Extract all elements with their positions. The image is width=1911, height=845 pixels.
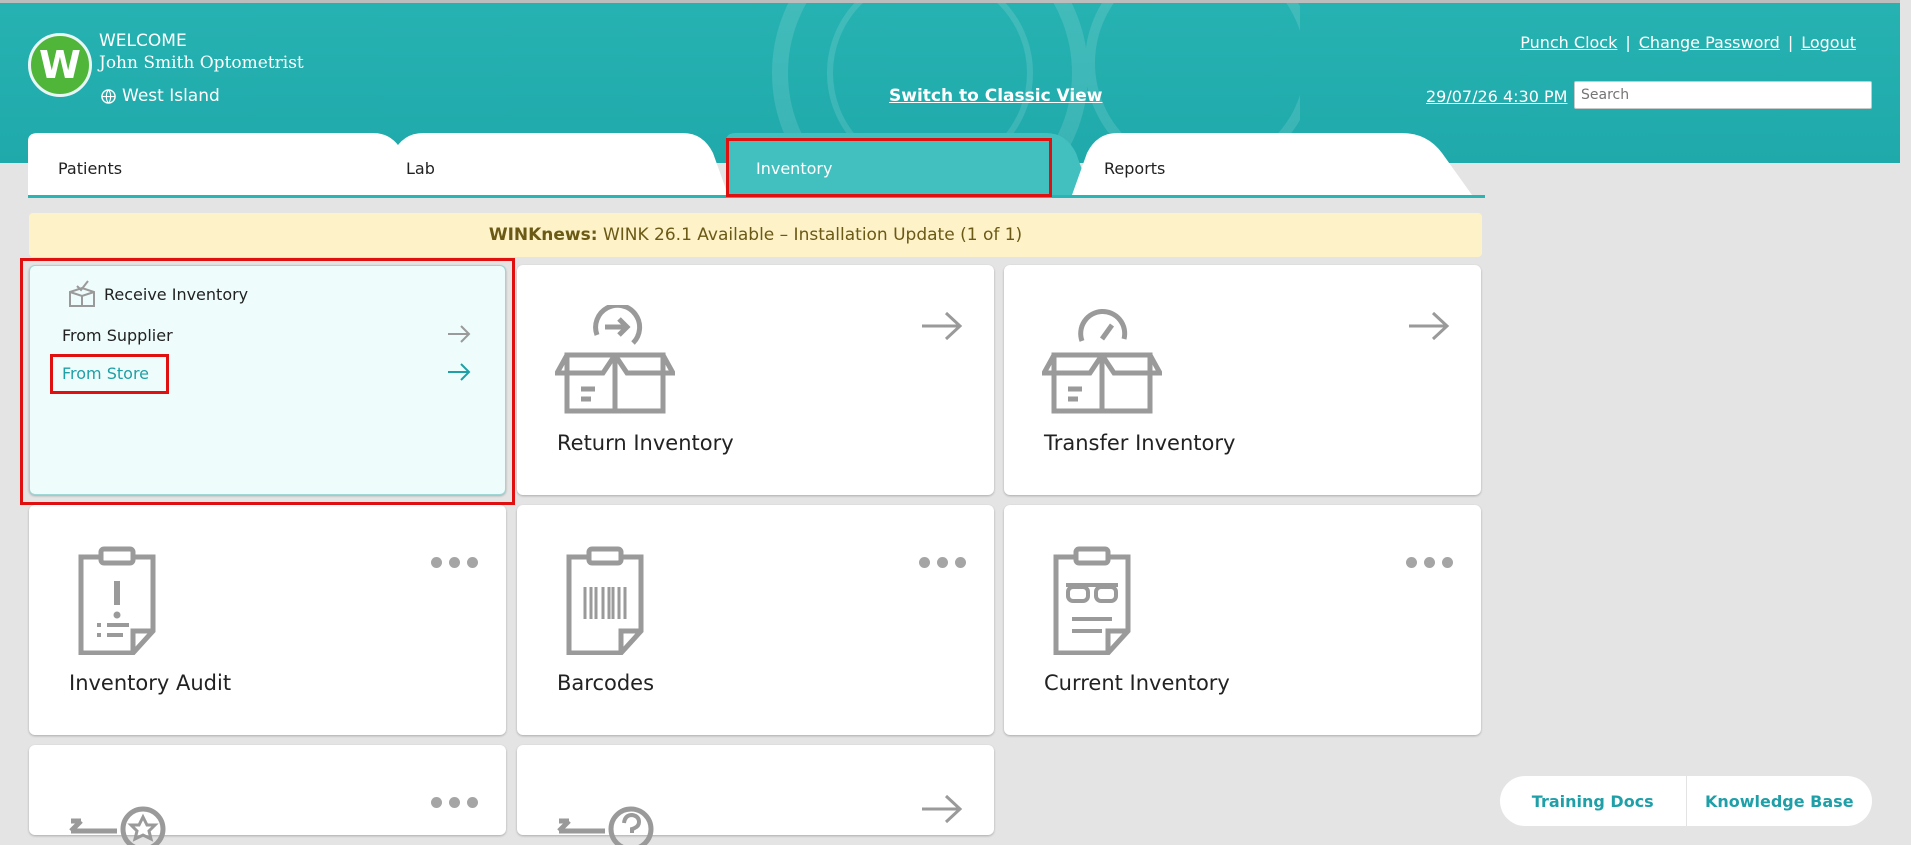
tab-patients[interactable]: Patients	[28, 133, 418, 195]
partial-card-middle[interactable]	[517, 745, 994, 845]
link-separator: |	[1625, 33, 1631, 52]
location-label: West Island	[122, 86, 220, 106]
news-banner[interactable]: WINKnews: WINK 26.1 Available – Installa…	[29, 213, 1482, 257]
arrow-right-icon	[922, 311, 963, 341]
punch-clock-link[interactable]: Punch Clock	[1520, 33, 1617, 52]
arrow-right-icon	[448, 325, 471, 343]
location[interactable]: West Island	[101, 86, 220, 106]
clipboard-audit-icon	[78, 546, 156, 655]
tab-label: Reports	[1104, 159, 1166, 178]
card-title: Transfer Inventory	[1044, 431, 1236, 455]
datetime[interactable]: 29/07/26 4:30 PM	[1426, 87, 1567, 106]
news-text: WINK 26.1 Available – Installation Updat…	[602, 225, 1023, 245]
knowledge-base-button[interactable]: Knowledge Base	[1687, 792, 1873, 811]
change-password-link[interactable]: Change Password	[1639, 33, 1780, 52]
news-prefix: WINKnews:	[488, 225, 598, 245]
from-store-label: From Store	[62, 364, 150, 383]
tab-label: Patients	[58, 159, 123, 178]
return-inventory-card[interactable]: Return Inventory	[517, 265, 994, 495]
more-options-icon[interactable]	[919, 557, 966, 568]
receive-inventory-card: Receive Inventory From Supplier From Sto…	[29, 265, 506, 495]
clipboard-glasses-icon	[1053, 546, 1131, 655]
arrow-right-icon	[1409, 311, 1450, 341]
switch-classic-view-link[interactable]: Switch to Classic View	[889, 86, 1102, 106]
card-title: Current Inventory	[1044, 671, 1230, 695]
from-store-item[interactable]: From Store	[62, 363, 472, 392]
card-title: Inventory Audit	[69, 671, 232, 695]
box-return-icon	[555, 305, 675, 414]
tag-star-icon	[69, 806, 166, 845]
welcome-label: WELCOME	[99, 31, 187, 51]
receive-inventory-header: Receive Inventory	[66, 278, 248, 310]
search-input[interactable]	[1574, 81, 1872, 109]
wink-logo: W	[28, 33, 92, 97]
link-separator: |	[1787, 33, 1794, 52]
from-supplier-label: From Supplier	[62, 326, 173, 345]
more-options-icon[interactable]	[431, 797, 478, 808]
tab-label: Lab	[406, 159, 435, 178]
account-links: Punch Clock | Change Password | Logout	[1520, 33, 1856, 52]
arrow-right-icon	[448, 363, 471, 381]
card-title: Return Inventory	[557, 431, 734, 455]
partial-card-left[interactable]	[29, 745, 506, 845]
training-docs-button[interactable]: Training Docs	[1500, 792, 1686, 811]
more-options-icon[interactable]	[431, 557, 478, 568]
help-links-bar: Training Docs Knowledge Base	[1500, 776, 1872, 826]
inventory-audit-card[interactable]: Inventory Audit	[29, 505, 506, 735]
box-transfer-icon	[1042, 309, 1162, 414]
tab-inventory[interactable]: Inventory	[726, 133, 1116, 195]
tab-label: Inventory	[756, 159, 833, 178]
logout-link[interactable]: Logout	[1801, 33, 1856, 52]
globe-icon	[101, 88, 116, 104]
user-name: John Smith Optometrist	[99, 53, 304, 73]
barcodes-card[interactable]: Barcodes	[517, 505, 994, 735]
clipboard-barcode-icon	[566, 546, 644, 655]
more-options-icon[interactable]	[1406, 557, 1453, 568]
receive-inventory-title: Receive Inventory	[104, 284, 249, 304]
arrow-right-icon	[922, 794, 963, 824]
tabs-underline	[28, 195, 1485, 198]
tag-question-icon	[557, 806, 654, 845]
card-title: Barcodes	[557, 671, 655, 695]
tab-lab[interactable]: Lab	[378, 133, 728, 195]
transfer-inventory-card[interactable]: Transfer Inventory	[1004, 265, 1481, 495]
from-supplier-item[interactable]: From Supplier	[62, 325, 472, 354]
current-inventory-card[interactable]: Current Inventory	[1004, 505, 1481, 735]
box-receive-icon	[69, 280, 95, 307]
tab-reports[interactable]: Reports	[1072, 133, 1472, 195]
